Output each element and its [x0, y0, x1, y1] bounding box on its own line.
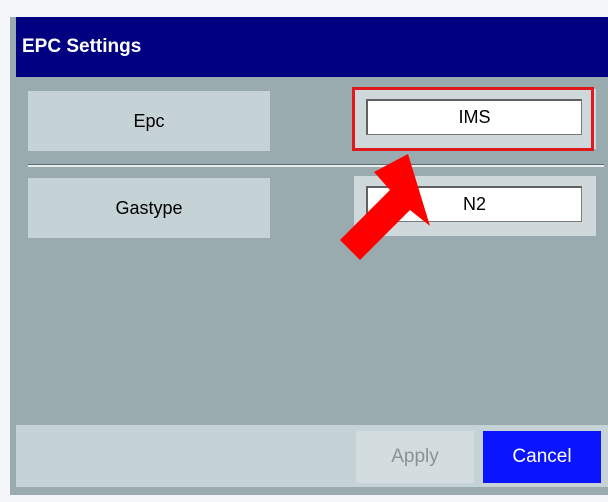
- gastype-value-container[interactable]: N2: [354, 176, 596, 236]
- screen-background: EPC Settings Epc IMS Gastype N2 Apply Ca…: [0, 0, 608, 502]
- apply-button[interactable]: Apply: [356, 431, 474, 483]
- epc-value-field[interactable]: IMS: [366, 99, 582, 135]
- dialog-title: EPC Settings: [16, 17, 608, 77]
- gastype-label: Gastype: [28, 178, 270, 238]
- gastype-value-field[interactable]: N2: [366, 186, 582, 222]
- cancel-button[interactable]: Cancel: [483, 431, 601, 483]
- epc-label: Epc: [28, 91, 270, 151]
- dialog-footer: Apply Cancel: [16, 425, 608, 487]
- row-divider: [28, 164, 604, 167]
- epc-settings-dialog: EPC Settings Epc IMS Gastype N2 Apply Ca…: [10, 17, 608, 495]
- epc-value-container[interactable]: IMS: [354, 89, 596, 149]
